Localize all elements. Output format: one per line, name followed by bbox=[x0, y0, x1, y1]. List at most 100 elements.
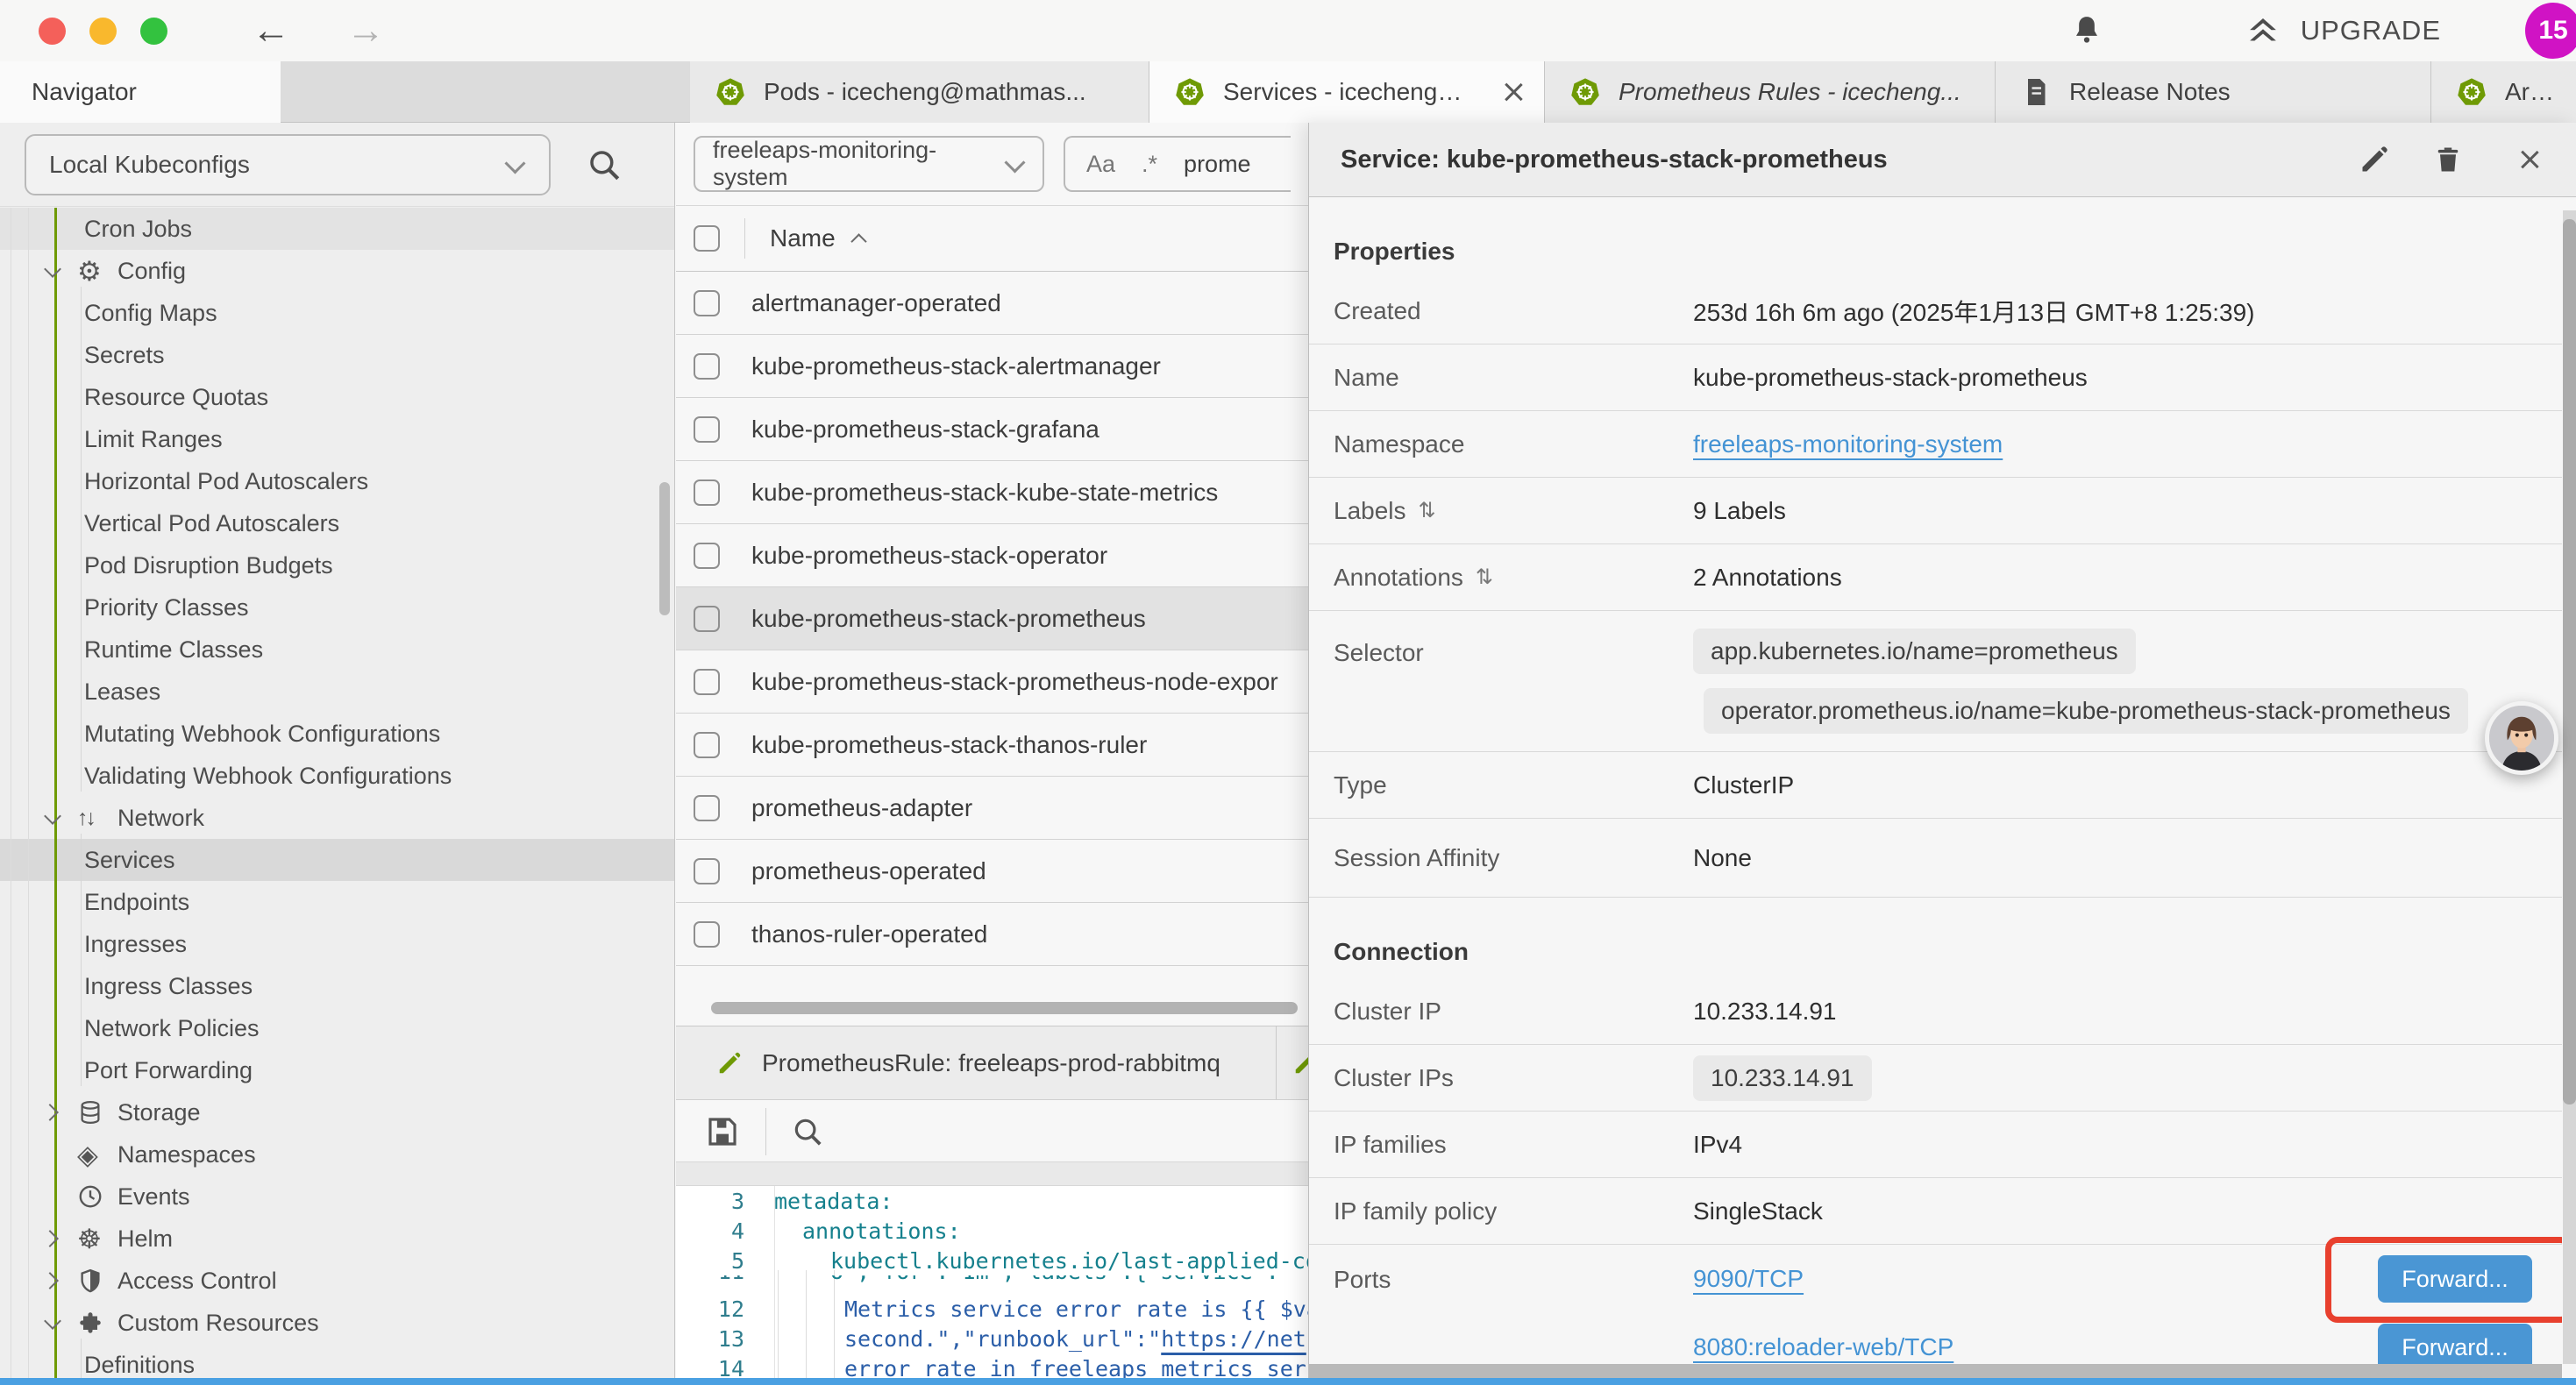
table-row[interactable]: kube-prometheus-stack-prometheus-node-ex… bbox=[676, 650, 1308, 714]
sidebar-scrollbar[interactable] bbox=[659, 482, 670, 615]
table-row[interactable]: kube-prometheus-stack-prometheus bbox=[676, 587, 1308, 650]
sidebar-tree-item[interactable]: Endpoints bbox=[0, 881, 674, 923]
sidebar-tree-item[interactable]: Config Maps bbox=[0, 292, 674, 334]
sort-toggle-icon[interactable]: ⇅ bbox=[1476, 565, 1493, 590]
sidebar-tree-item[interactable]: Leases bbox=[0, 671, 674, 713]
table-row[interactable]: prometheus-adapter bbox=[676, 777, 1308, 840]
code-line[interactable]: 11 o","for":"1m","labels":{"service":" bbox=[676, 1275, 1308, 1294]
chevron-right-icon[interactable] bbox=[42, 1101, 65, 1124]
table-row[interactable]: thanos-ruler-operated bbox=[676, 903, 1308, 966]
yaml-editor[interactable]: 3 metadata: 4 annotations: 5 kubectl.kub… bbox=[676, 1186, 1308, 1378]
port-link[interactable]: 9090/TCP bbox=[1693, 1265, 1804, 1293]
delete-icon[interactable] bbox=[2432, 144, 2464, 175]
sidebar-tree-item[interactable]: Vertical Pod Autoscalers bbox=[0, 502, 674, 544]
save-icon[interactable] bbox=[704, 1113, 741, 1150]
table-row[interactable]: kube-prometheus-stack-kube-state-metrics bbox=[676, 461, 1308, 524]
code-line[interactable]: 3 metadata: bbox=[676, 1186, 1308, 1216]
code-line[interactable]: 5 kubectl.kubernetes.io/last-applied-co bbox=[676, 1246, 1308, 1275]
row-checkbox[interactable] bbox=[694, 353, 720, 380]
sort-toggle-icon[interactable]: ⇅ bbox=[1419, 498, 1436, 523]
sidebar-tree-item[interactable]: Priority Classes bbox=[0, 586, 674, 629]
runbook-url-link[interactable]: https://net bbox=[1161, 1326, 1306, 1352]
sidebar-tree-item[interactable]: Ingresses bbox=[0, 923, 674, 965]
namespace-link[interactable]: freeleaps-monitoring-system bbox=[1693, 430, 2003, 458]
sidebar-tree-item[interactable]: Cron Jobs bbox=[0, 208, 674, 250]
navigator-panel-tab[interactable]: Navigator bbox=[0, 61, 281, 123]
dock-tab-next[interactable] bbox=[1277, 1026, 1308, 1099]
sidebar-tree-item[interactable]: Limit Ranges bbox=[0, 418, 674, 460]
row-checkbox[interactable] bbox=[694, 732, 720, 758]
code-line[interactable]: 14 error rate in freeleaps metrics ser bbox=[676, 1353, 1308, 1378]
chevron-right-icon[interactable] bbox=[42, 1227, 65, 1250]
app-tab[interactable]: Prometheus Rules - icecheng... bbox=[1545, 61, 1996, 123]
tab-close-icon[interactable] bbox=[1502, 81, 1525, 103]
sidebar-tree-item[interactable]: Resource Quotas bbox=[0, 376, 674, 418]
table-search-input[interactable]: Aa .* prome bbox=[1064, 136, 1291, 192]
sidebar-tree-item[interactable]: ◈ Namespaces bbox=[0, 1133, 674, 1175]
kubeconfig-selector[interactable]: Local Kubeconfigs bbox=[25, 134, 551, 195]
forward-button[interactable]: Forward... bbox=[2378, 1255, 2532, 1303]
sidebar-tree-item[interactable]: Runtime Classes bbox=[0, 629, 674, 671]
sidebar-tree-item[interactable]: Secrets bbox=[0, 334, 674, 376]
chevron-spacer[interactable] bbox=[42, 1143, 65, 1166]
table-row[interactable]: kube-prometheus-stack-alertmanager bbox=[676, 335, 1308, 398]
app-tab[interactable]: Services - icecheng@math... bbox=[1149, 61, 1545, 123]
sidebar-tree-item[interactable]: Port Forwarding bbox=[0, 1049, 674, 1091]
table-row[interactable]: kube-prometheus-stack-thanos-ruler bbox=[676, 714, 1308, 777]
chevron-spacer[interactable] bbox=[42, 1185, 65, 1208]
row-checkbox[interactable] bbox=[694, 479, 720, 506]
dock-tab-prometheusrule[interactable]: PrometheusRule: freeleaps-prod-rabbitmq bbox=[676, 1026, 1277, 1099]
search-icon[interactable] bbox=[586, 146, 623, 183]
sidebar-tree-item[interactable]: ↑↓ Network bbox=[0, 797, 674, 839]
row-checkbox[interactable] bbox=[694, 858, 720, 884]
forward-button[interactable]: Forward... bbox=[2378, 1324, 2532, 1364]
edit-icon[interactable] bbox=[2359, 144, 2390, 175]
sidebar-tree-item[interactable]: Ingress Classes bbox=[0, 965, 674, 1007]
code-line[interactable]: 12 Metrics service error rate is {{ $va bbox=[676, 1294, 1308, 1324]
table-horizontal-scrollbar[interactable] bbox=[711, 1002, 1298, 1014]
namespace-selector[interactable]: freeleaps-monitoring-system bbox=[694, 136, 1044, 192]
sidebar-tree-item[interactable]: ☸ Helm bbox=[0, 1218, 674, 1260]
sidebar-tree-item[interactable]: Events bbox=[0, 1175, 674, 1218]
row-checkbox[interactable] bbox=[694, 921, 720, 948]
app-tab[interactable]: Argo Se bbox=[2431, 61, 2576, 123]
sidebar-tree-item[interactable]: Storage bbox=[0, 1091, 674, 1133]
row-checkbox[interactable] bbox=[694, 543, 720, 569]
details-horizontal-scrollbar[interactable] bbox=[1309, 1364, 2562, 1378]
code-line[interactable]: 13 second.","runbook_url":"https://net bbox=[676, 1324, 1308, 1353]
sidebar-tree-item[interactable]: Horizontal Pod Autoscalers bbox=[0, 460, 674, 502]
match-case-icon[interactable]: Aa bbox=[1086, 151, 1115, 178]
row-checkbox[interactable] bbox=[694, 606, 720, 632]
maximize-window-button[interactable] bbox=[140, 18, 167, 45]
sidebar-tree-item[interactable]: Mutating Webhook Configurations bbox=[0, 713, 674, 755]
minimize-window-button[interactable] bbox=[89, 18, 117, 45]
regex-icon[interactable]: .* bbox=[1142, 151, 1157, 178]
table-row[interactable]: prometheus-operated bbox=[676, 840, 1308, 903]
app-tab[interactable]: Release Notes bbox=[1996, 61, 2431, 123]
sidebar-tree-item[interactable]: Access Control bbox=[0, 1260, 674, 1302]
sidebar-tree-item[interactable]: Custom Resources bbox=[0, 1302, 674, 1344]
table-row[interactable]: kube-prometheus-stack-grafana bbox=[676, 398, 1308, 461]
row-checkbox[interactable] bbox=[694, 290, 720, 316]
close-window-button[interactable] bbox=[39, 18, 66, 45]
row-checkbox[interactable] bbox=[694, 795, 720, 821]
sidebar-tree-item[interactable]: Pod Disruption Budgets bbox=[0, 544, 674, 586]
close-icon[interactable] bbox=[2518, 148, 2541, 171]
port-link[interactable]: 8080:reloader-web/TCP bbox=[1693, 1333, 1953, 1361]
select-all-checkbox[interactable] bbox=[694, 225, 720, 252]
sidebar-tree-item[interactable]: Network Policies bbox=[0, 1007, 674, 1049]
table-row[interactable]: alertmanager-operated bbox=[676, 272, 1308, 335]
sidebar-tree-item[interactable]: Validating Webhook Configurations bbox=[0, 755, 674, 797]
app-tab[interactable]: Pods - icecheng@mathmas... bbox=[690, 61, 1149, 123]
sidebar-tree-item[interactable]: Services bbox=[0, 839, 674, 881]
search-icon[interactable] bbox=[791, 1115, 824, 1148]
chevron-right-icon[interactable] bbox=[42, 1269, 65, 1292]
table-row[interactable]: kube-prometheus-stack-operator bbox=[676, 524, 1308, 587]
code-line[interactable]: 4 annotations: bbox=[676, 1216, 1308, 1246]
forward-arrow-icon[interactable]: → bbox=[346, 9, 385, 53]
chevron-down-icon[interactable] bbox=[42, 1311, 65, 1334]
notification-badge[interactable]: 15 bbox=[2525, 3, 2576, 59]
details-scrollbar[interactable] bbox=[2563, 219, 2576, 1104]
bell-icon[interactable] bbox=[2069, 13, 2104, 48]
name-column-header[interactable]: Name bbox=[770, 224, 836, 252]
